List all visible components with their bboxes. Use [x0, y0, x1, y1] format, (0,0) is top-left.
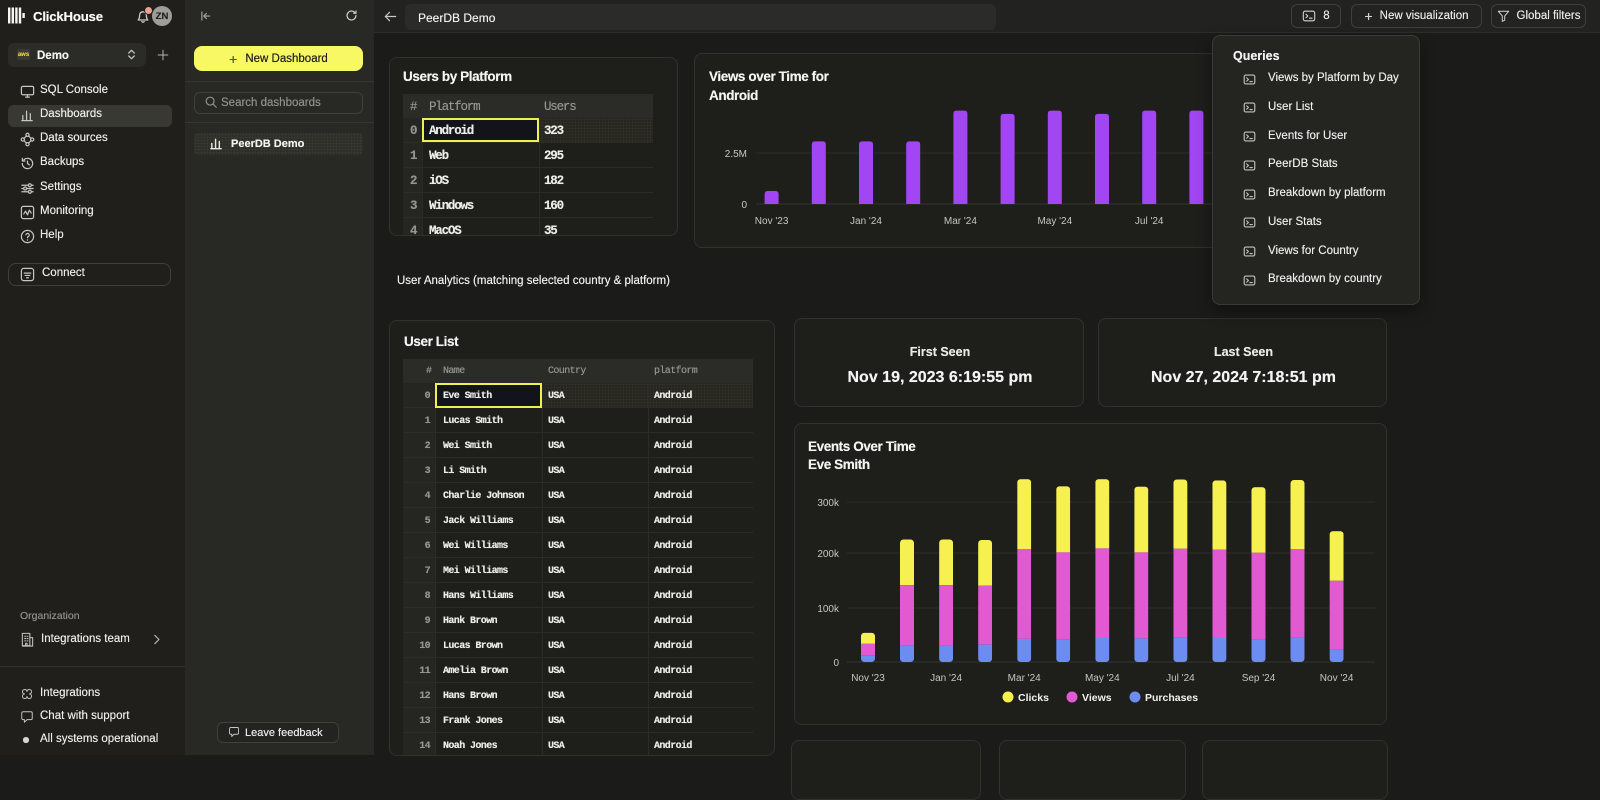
- svg-text:Jan '24: Jan '24: [850, 216, 882, 227]
- svg-text:0: 0: [741, 200, 747, 211]
- svg-text:Sep '24: Sep '24: [1242, 673, 1276, 684]
- svg-text:Jan '24: Jan '24: [930, 673, 962, 684]
- svg-text:Mar '24: Mar '24: [944, 216, 977, 227]
- svg-text:Clicks: Clicks: [1018, 692, 1049, 704]
- svg-text:2.5M: 2.5M: [725, 149, 747, 160]
- svg-text:Nov '23: Nov '23: [851, 673, 885, 684]
- svg-text:100k: 100k: [817, 604, 840, 615]
- svg-text:Purchases: Purchases: [1145, 692, 1198, 704]
- svg-text:May '24: May '24: [1037, 216, 1072, 227]
- svg-text:Jul '24: Jul '24: [1135, 216, 1164, 227]
- svg-text:0: 0: [833, 658, 839, 669]
- svg-text:Nov '24: Nov '24: [1320, 673, 1354, 684]
- svg-text:Jul '24: Jul '24: [1166, 673, 1195, 684]
- svg-text:300k: 300k: [817, 498, 840, 509]
- svg-text:200k: 200k: [817, 549, 840, 560]
- svg-text:Mar '24: Mar '24: [1008, 673, 1041, 684]
- svg-text:Views: Views: [1082, 692, 1112, 704]
- svg-text:May '24: May '24: [1085, 673, 1120, 684]
- svg-text:Nov '23: Nov '23: [755, 216, 789, 227]
